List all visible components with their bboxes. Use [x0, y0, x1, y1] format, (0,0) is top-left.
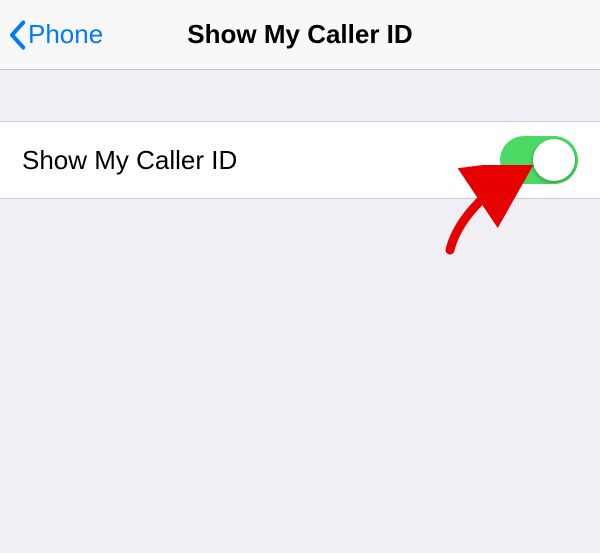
settings-section: Show My Caller ID	[0, 121, 600, 199]
back-button-label: Phone	[28, 19, 103, 50]
back-button[interactable]: Phone	[8, 19, 103, 50]
caller-id-row: Show My Caller ID	[0, 122, 600, 198]
nav-bar: Phone Show My Caller ID	[0, 0, 600, 70]
caller-id-toggle[interactable]	[500, 136, 578, 184]
toggle-knob	[533, 139, 575, 181]
page-title: Show My Caller ID	[187, 19, 412, 50]
caller-id-label: Show My Caller ID	[22, 145, 237, 176]
chevron-left-icon	[8, 20, 26, 50]
section-spacer	[0, 70, 600, 121]
